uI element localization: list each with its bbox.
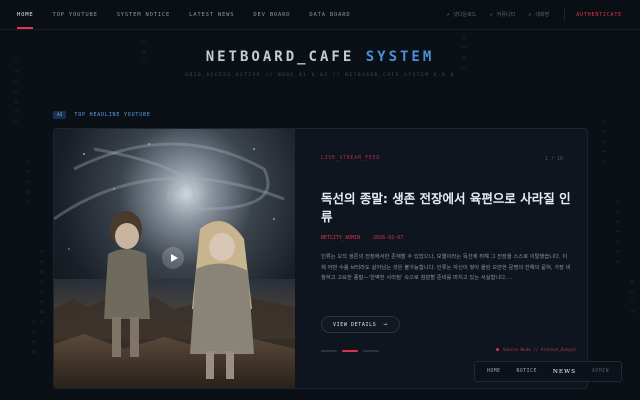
- floating-nav: HOME NOTICE NEWS ADMIN: [474, 361, 622, 382]
- play-button[interactable]: [162, 247, 184, 269]
- featured-meta: NETCITY_ADMIN 2026-02-07: [321, 235, 403, 241]
- featured-category: LIVE_STREAM_FEED: [321, 156, 381, 161]
- external-link-icon: ↗: [528, 11, 532, 18]
- external-link-label: 커뮤니티: [496, 12, 516, 18]
- external-link-icon: ↗: [489, 11, 493, 18]
- external-link-label: 대화방: [535, 12, 550, 18]
- nav-item-home[interactable]: HOME: [17, 0, 34, 30]
- slide-indicator[interactable]: [321, 350, 337, 352]
- featured-image[interactable]: [54, 129, 295, 388]
- floatnav-notice[interactable]: NOTICE: [517, 369, 537, 374]
- section-badge: AI: [53, 111, 67, 119]
- featured-author: NETCITY_ADMIN: [321, 235, 361, 241]
- view-details-button[interactable]: VIEW DETAILS →: [321, 316, 400, 333]
- featured-card: LIVE_STREAM_FEED 1 / 10 독선의 종말: 생존 전장에서 …: [53, 128, 588, 389]
- slide-indicator[interactable]: [363, 350, 379, 352]
- nav-divider: [564, 9, 566, 20]
- featured-summary: 인류는 오직 생존의 전장에서만 존재할 수 있었으나, 모멸이라는 독선에 취…: [321, 254, 571, 281]
- external-link-chat[interactable]: ↗ 대화방: [528, 11, 550, 19]
- nav-item-data-board[interactable]: DATA BOARD: [309, 0, 350, 30]
- external-link-community[interactable]: ↗ 커뮤니티: [489, 11, 516, 19]
- arrow-right-icon: →: [383, 321, 388, 328]
- slide-counter: 1 / 10: [544, 156, 563, 162]
- site-title-accent: SYSTEM: [365, 49, 435, 65]
- slide-indicator-active[interactable]: [342, 350, 358, 352]
- nav-item-dev-board[interactable]: DEV BOARD: [253, 0, 290, 30]
- view-details-label: VIEW DETAILS: [333, 321, 377, 328]
- external-link-download[interactable]: ↗ 넷다운로드: [446, 11, 477, 19]
- image-credit: Source Node // Archive_Output: [495, 347, 576, 352]
- play-icon: [170, 254, 178, 262]
- featured-date: 2026-02-07: [373, 235, 404, 241]
- section-header: AI TOP HEADLINE YOUTUBE: [53, 111, 151, 119]
- nav-right-group: ↗ 넷다운로드 ↗ 커뮤니티 ↗ 대화방 AUTHENTICATE: [446, 9, 640, 20]
- floatnav-home[interactable]: HOME: [487, 369, 501, 374]
- status-dot-icon: [495, 348, 499, 351]
- slide-indicators: [321, 350, 384, 352]
- featured-content: LIVE_STREAM_FEED 1 / 10 독선의 종말: 생존 전장에서 …: [321, 129, 576, 388]
- floatnav-news[interactable]: NEWS: [553, 369, 576, 375]
- external-link-label: 넷다운로드: [453, 12, 477, 18]
- nav-item-system-notice[interactable]: SYSTEM NOTICE: [117, 0, 170, 30]
- featured-headline[interactable]: 독선의 종말: 생존 전장에서 육편으로 사라질 인류: [321, 190, 571, 226]
- top-navigation-bar: HOME TOP YOUTUBE SYSTEM NOTICE LATEST NE…: [0, 0, 640, 30]
- main-nav: HOME TOP YOUTUBE SYSTEM NOTICE LATEST NE…: [0, 0, 370, 30]
- authenticate-button[interactable]: AUTHENTICATE: [576, 12, 622, 18]
- section-title: TOP HEADLINE YOUTUBE: [74, 112, 151, 118]
- nav-item-top-youtube[interactable]: TOP YOUTUBE: [52, 0, 97, 30]
- site-title-main: NETBOARD_CAFE: [205, 49, 355, 65]
- external-link-icon: ↗: [446, 11, 450, 18]
- nav-item-latest-news[interactable]: LATEST NEWS: [189, 0, 234, 30]
- image-credit-text: Source Node // Archive_Output: [502, 347, 576, 352]
- floatnav-admin[interactable]: ADMIN: [592, 369, 609, 374]
- site-title: NETBOARD_CAFE SYSTEM: [0, 49, 640, 65]
- site-subtitle: GRID_ACCESS_ACTIVE // NODE_01 6.02 // NE…: [185, 73, 455, 78]
